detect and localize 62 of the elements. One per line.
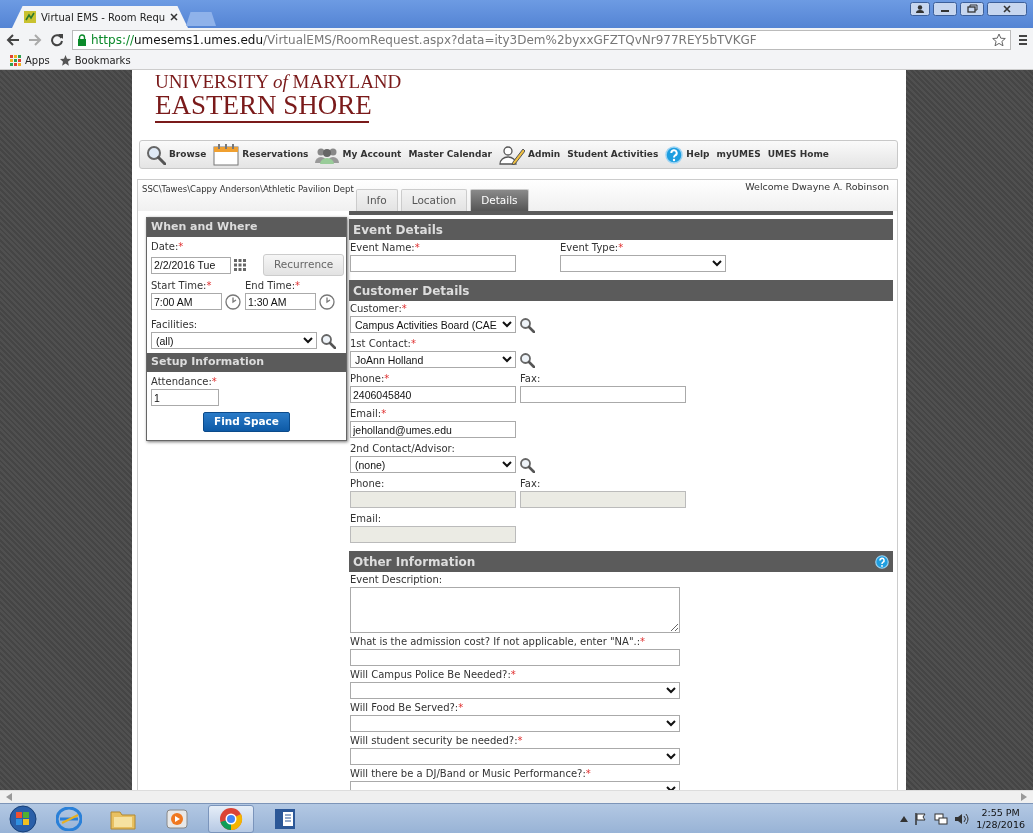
input-field[interactable]: 7:00 AM (151, 293, 222, 310)
logo-text: UNIVERSITY of MARYLAND (155, 72, 402, 91)
dropdown[interactable]: Campus Activities Board (CAE (350, 316, 516, 333)
field-label: Start Time:* (151, 280, 213, 292)
breadcrumb-text: SSC\Tawes\Cappy Anderson\Athletic Pavilion Dept (141, 183, 354, 196)
field-label: Event Type:* (560, 242, 625, 254)
clock-time: 2:55 PM (980, 806, 1021, 819)
dropdown[interactable]: JoAnn Holland (350, 351, 516, 368)
section-header: Setup Information (147, 353, 346, 372)
welcome-text: Welcome Dwayne A. Robinson (745, 180, 889, 194)
bookmark-link[interactable]: Bookmarks (59, 53, 131, 68)
input-field[interactable]: 1 (151, 389, 219, 406)
input-field[interactable]: 1:30 AM (245, 293, 316, 310)
section-title: Event Details (353, 221, 443, 239)
section-title: Other Information (353, 553, 476, 571)
bookmark-link[interactable]: Apps (10, 53, 50, 68)
tab[interactable]: Location (400, 189, 468, 211)
field-label: Will Food Be Served?:* (350, 702, 465, 714)
field-label: Attendance:* (151, 376, 218, 388)
field-label: Phone: (350, 478, 386, 490)
browser-tab[interactable]: Virtual EMS - Room Requ (12, 6, 188, 28)
dropdown[interactable]: (none) (350, 456, 516, 473)
field-label: Event Name:* (350, 242, 421, 254)
nav-link[interactable]: Browse (146, 144, 207, 165)
address-bar[interactable]: https://umesems1.umes.edu/VirtualEMS/RoomRequest.aspx?data=ity3Dem%2byxxGFZTQvNr977REY5bTVKGF (72, 30, 1011, 50)
tab[interactable]: Details (470, 189, 529, 211)
section-header: When and Where (147, 218, 346, 237)
input-field[interactable]: 2406045840 (350, 386, 516, 403)
nav-link[interactable]: UMES Home (767, 147, 829, 162)
field-label: End Time:* (245, 280, 302, 292)
nav-link[interactable]: Student Activities (567, 147, 659, 162)
dropdown[interactable]: (all) (151, 332, 317, 349)
field-label: Will Campus Police Be Needed?:* (350, 669, 517, 681)
field-label: Facilities: (151, 319, 199, 331)
field-label: Phone:* (350, 373, 391, 385)
tab[interactable]: Info (355, 189, 398, 211)
field-label: Fax: (520, 373, 542, 385)
input-field[interactable]: jeholland@umes.edu (350, 421, 516, 438)
field-label: 1st Contact:* (350, 338, 417, 350)
recurrence-button[interactable]: Recurrence (263, 254, 345, 276)
nav-link[interactable]: My Account (315, 145, 402, 164)
field-label: 2nd Contact/Advisor: (350, 443, 456, 455)
nav-link[interactable]: myUMES (716, 147, 761, 162)
field-label: Will there be a DJ/Band or Music Performance?:* (350, 768, 592, 780)
field-label: Email: (350, 513, 383, 525)
field-label: Date:* (151, 241, 185, 253)
find-space-button[interactable]: Find Space (203, 412, 290, 432)
field-label: Event Description: (350, 574, 444, 586)
clock-date: 1/28/2016 (976, 818, 1025, 831)
field-label: Email:* (350, 408, 388, 420)
url-text: https://umesems1.umes.edu/VirtualEMS/RoomRequest.aspx?data=ity3Dem%2byxxGFZTQvNr977REY5bTVKGF (91, 32, 757, 49)
section-title: Customer Details (353, 282, 470, 300)
field-label: Will student security be needed?:* (350, 735, 524, 747)
input-field[interactable]: 2/2/2016 Tue (151, 256, 231, 274)
nav-link[interactable]: Help (665, 145, 710, 164)
field-label: Fax: (520, 478, 542, 490)
field-label: Customer:* (350, 303, 408, 315)
nav-link[interactable]: Admin (499, 144, 561, 165)
nav-link[interactable]: Reservations (213, 143, 309, 166)
nav-link[interactable]: Master Calendar (408, 147, 492, 162)
field-label: What is the admission cost? If not applicable, enter "NA".:* (350, 636, 647, 648)
logo-text: EASTERN SHORE (155, 92, 372, 119)
